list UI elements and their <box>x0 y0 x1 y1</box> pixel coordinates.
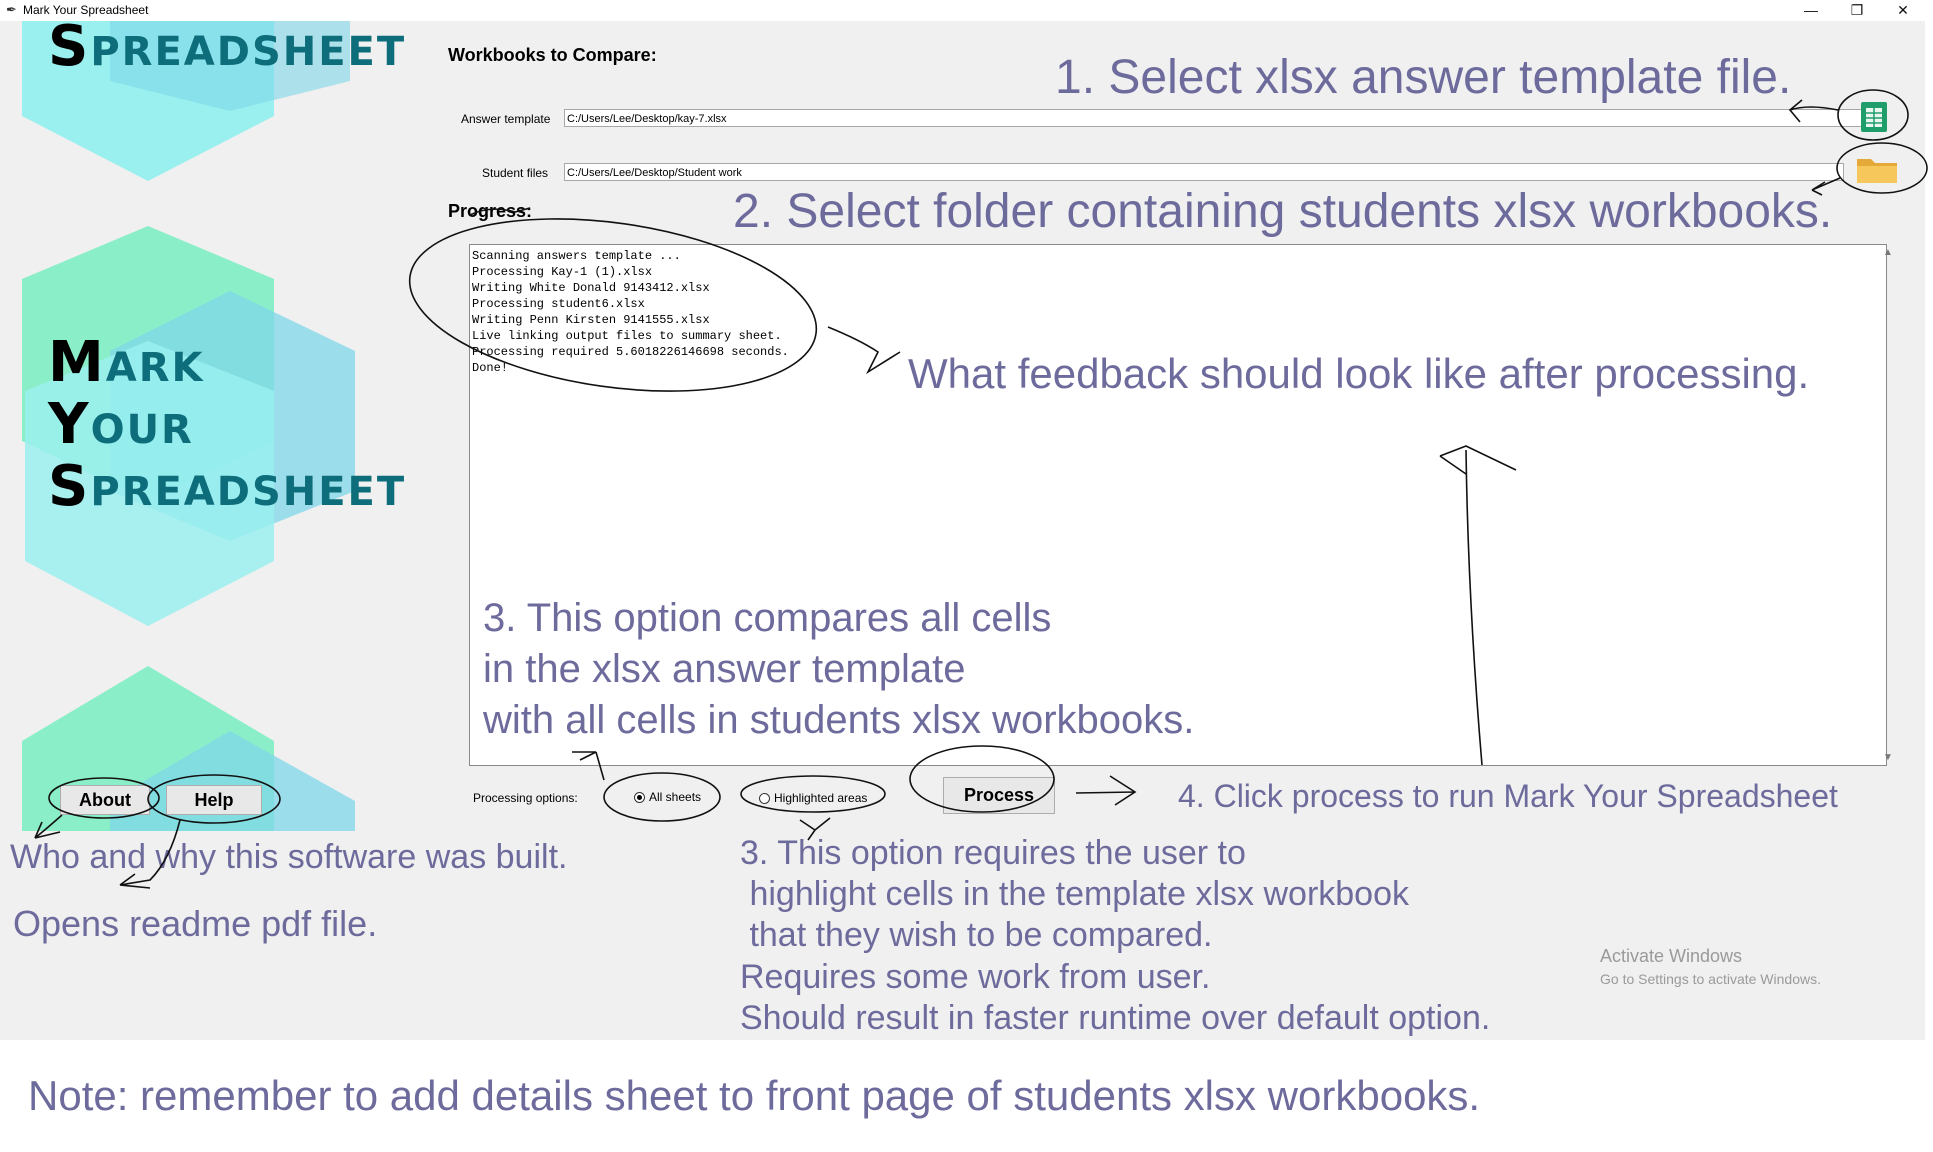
annotation-scribbles <box>34 89 1928 889</box>
